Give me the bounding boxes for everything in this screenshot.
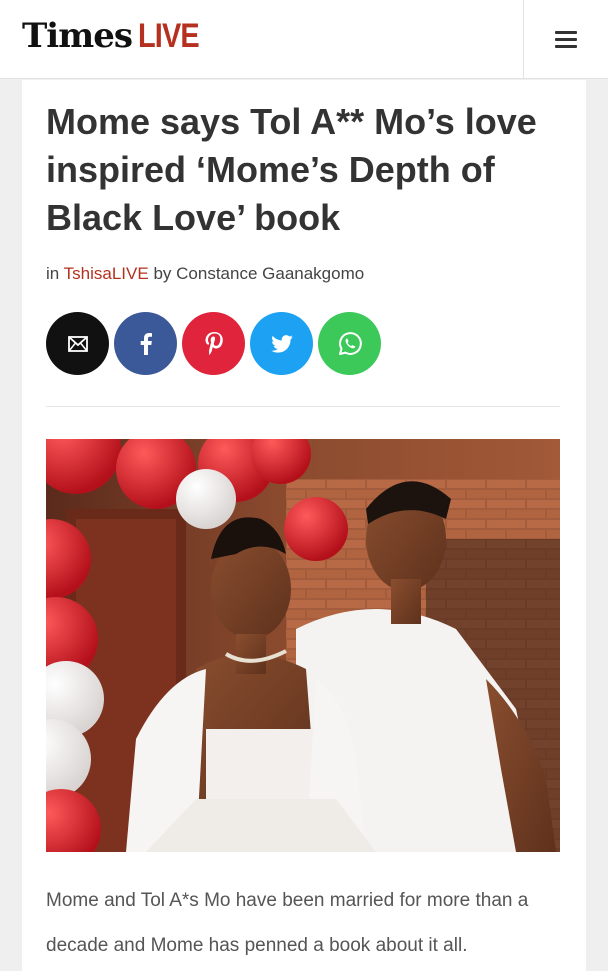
section-link[interactable]: TshisaLIVE <box>64 264 149 283</box>
share-buttons <box>46 312 381 375</box>
pinterest-share-button[interactable] <box>182 312 245 375</box>
byline: in TshisaLIVE by Constance Gaanakgomo <box>46 264 364 284</box>
article-body: Mome and Tol A*s Mo have been married fo… <box>46 890 529 956</box>
couple-photo-image <box>46 439 560 852</box>
pinterest-icon <box>205 331 223 355</box>
logo-times-text: Times <box>22 16 133 56</box>
menu-button[interactable] <box>523 0 608 78</box>
twitter-icon <box>270 334 293 353</box>
twitter-share-button[interactable] <box>250 312 313 375</box>
article-photo[interactable] <box>46 439 560 852</box>
hamburger-menu-icon <box>555 27 577 52</box>
mail-icon <box>67 335 88 352</box>
byline-by: by <box>153 264 172 283</box>
timeslive-logo[interactable]: Times LIVE <box>22 16 210 56</box>
divider <box>46 406 560 407</box>
article-title: Mome says Tol A** Mo’s love inspired ‘Mo… <box>46 101 537 238</box>
byline-prefix: in <box>46 264 60 283</box>
whatsapp-icon <box>338 331 362 355</box>
logo-live-text: LIVE <box>137 17 200 55</box>
article-card: Mome says Tol A** Mo’s love inspired ‘Mo… <box>22 80 586 971</box>
facebook-icon <box>140 332 152 355</box>
email-share-button[interactable] <box>46 312 109 375</box>
facebook-share-button[interactable] <box>114 312 177 375</box>
site-header: Times LIVE <box>0 0 608 79</box>
author-name: Constance Gaanakgomo <box>176 264 365 283</box>
whatsapp-share-button[interactable] <box>318 312 381 375</box>
